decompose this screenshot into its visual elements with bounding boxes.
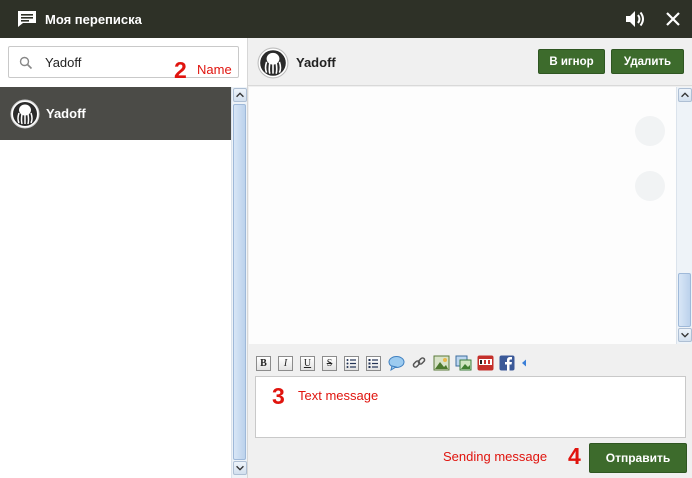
annotation-number-2: 2 [174, 57, 187, 83]
chevron-down-icon [681, 332, 689, 338]
youtube-icon[interactable] [477, 355, 494, 371]
scroll-down-button[interactable] [678, 328, 692, 342]
underline-label: U [303, 357, 312, 369]
conversation-panel: Yadoff В игнор Удалить B I U S 3 Text me… [248, 38, 692, 478]
message-history [249, 87, 676, 344]
link-icon[interactable] [411, 355, 427, 371]
search-icon [19, 56, 33, 70]
chevron-up-icon [681, 92, 689, 98]
contact-name: Yadoff [46, 106, 86, 121]
scroll-up-button[interactable] [678, 88, 692, 102]
contact-list: Yadoff [0, 87, 231, 478]
bold-icon[interactable]: B [256, 355, 271, 371]
annotation-name-label: Name [197, 62, 232, 77]
strikethrough-icon[interactable]: S [322, 355, 337, 371]
strike-label: S [326, 357, 333, 369]
search-box[interactable]: 2 Name [8, 46, 239, 83]
avatar [10, 99, 40, 128]
chat-icon [18, 11, 36, 27]
scroll-down-button[interactable] [233, 461, 247, 475]
formatting-toolbar: B I U S [256, 354, 528, 372]
message-input[interactable]: 3 Text message [255, 376, 686, 438]
speech-bubble-icon[interactable] [388, 355, 405, 371]
numbered-list-icon[interactable] [366, 355, 381, 371]
window-title: Моя переписка [45, 11, 142, 27]
chevron-up-icon [236, 92, 244, 98]
bullet-list-icon[interactable] [344, 355, 359, 371]
scroll-thumb[interactable] [678, 273, 691, 327]
history-scrollbar[interactable] [676, 87, 692, 344]
bold-label: B [260, 357, 267, 369]
delete-button[interactable]: Удалить [611, 49, 684, 74]
annotation-number-3: 3 [272, 383, 285, 409]
scroll-up-button[interactable] [233, 88, 247, 102]
gallery-icon[interactable] [455, 355, 472, 371]
contacts-scrollbar[interactable] [231, 87, 247, 478]
annotation-number-4: 4 [568, 443, 581, 469]
ignore-button[interactable]: В игнор [538, 49, 605, 74]
messenger-window: Моя переписка 2 Name [0, 0, 692, 478]
title-bar: Моя переписка [0, 0, 692, 38]
facebook-icon[interactable] [499, 355, 515, 371]
conversation-name: Yadoff [296, 55, 336, 70]
contact-item-yadoff[interactable]: Yadoff [0, 87, 231, 140]
speaker-icon[interactable] [624, 9, 646, 29]
image-icon[interactable] [433, 355, 450, 371]
annotation-text-message-label: Text message [298, 388, 379, 403]
chevron-down-icon [236, 465, 244, 471]
avatar [257, 47, 289, 79]
italic-icon[interactable]: I [278, 355, 293, 371]
conversation-header: Yadoff В игнор Удалить [248, 38, 692, 86]
collapse-arrow-icon[interactable] [520, 358, 528, 368]
faded-avatar [635, 116, 665, 146]
send-button[interactable]: Отправить [589, 443, 687, 473]
italic-label: I [283, 357, 288, 369]
close-icon[interactable] [664, 10, 682, 28]
underline-icon[interactable]: U [300, 355, 315, 371]
annotation-sending-message-label: Sending message [443, 449, 548, 464]
contacts-panel: 2 Name Yadoff [0, 38, 248, 478]
scroll-thumb[interactable] [233, 104, 246, 460]
search-input[interactable] [45, 52, 165, 72]
faded-avatar [635, 171, 665, 201]
